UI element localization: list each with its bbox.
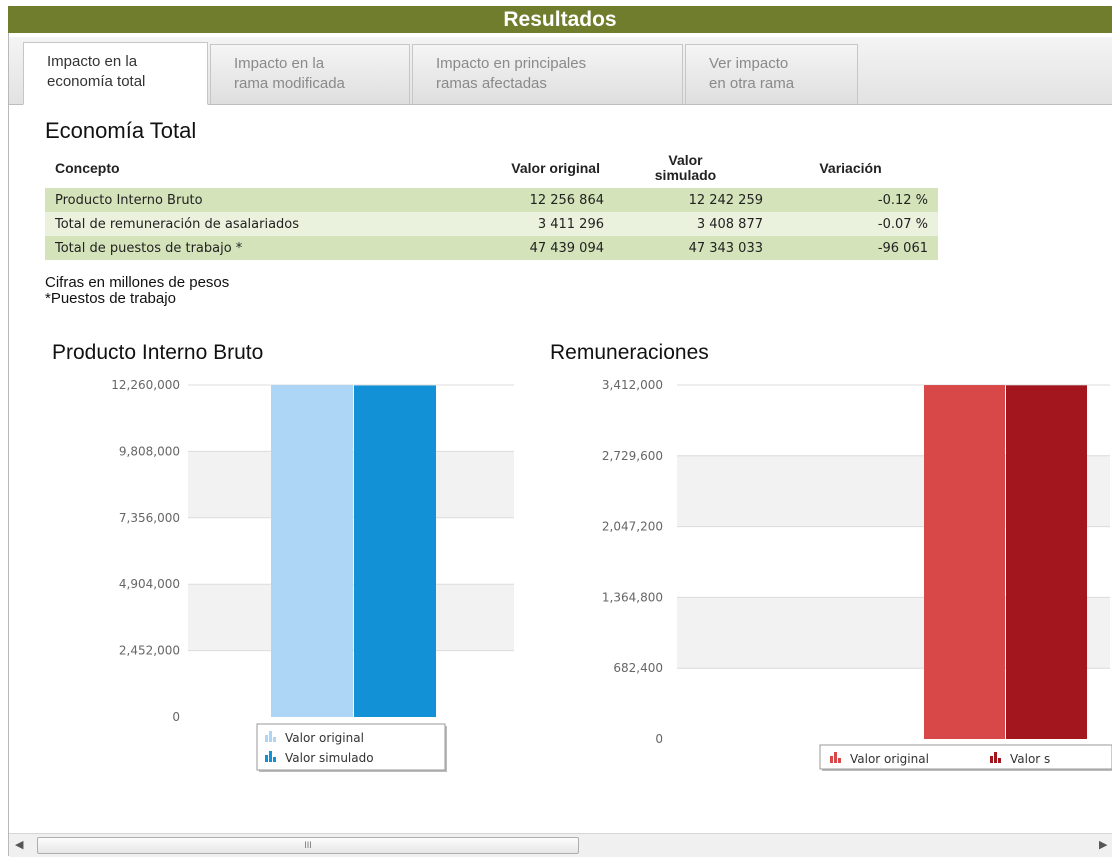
bar-valor-original [924,385,1005,739]
legend-bar-icon [838,758,841,763]
legend-bar-icon [998,758,1001,763]
scrollbar-thumb[interactable]: III [37,837,579,854]
horizontal-scrollbar[interactable]: ◀ III ▶ [9,833,1112,857]
y-tick-label: 3,412,000 [602,378,663,392]
legend-label: Valor s [1010,752,1050,766]
y-tick-label: 1,364,800 [602,590,663,604]
legend-bar-icon [834,752,837,763]
chart-remuneraciones: 3,412,000 2,729,600 2,047,200 1,364,800 682,… [602,378,1112,771]
legend-bar-icon [830,756,833,763]
y-tick-label: 682,400 [613,661,663,675]
legend-label: Valor original [850,752,929,766]
scroll-left-arrow-icon[interactable]: ◀ [15,838,23,851]
scroll-right-arrow-icon[interactable]: ▶ [1099,838,1107,851]
y-tick-label: 0 [655,732,663,746]
legend-bar-icon [994,752,997,763]
bar-valor-simulado [1006,385,1087,739]
legend-bar-icon [990,756,993,763]
y-tick-label: 2,729,600 [602,449,663,463]
scrollbar-grip-icon: III [304,840,312,850]
y-tick-label: 2,047,200 [602,520,663,534]
